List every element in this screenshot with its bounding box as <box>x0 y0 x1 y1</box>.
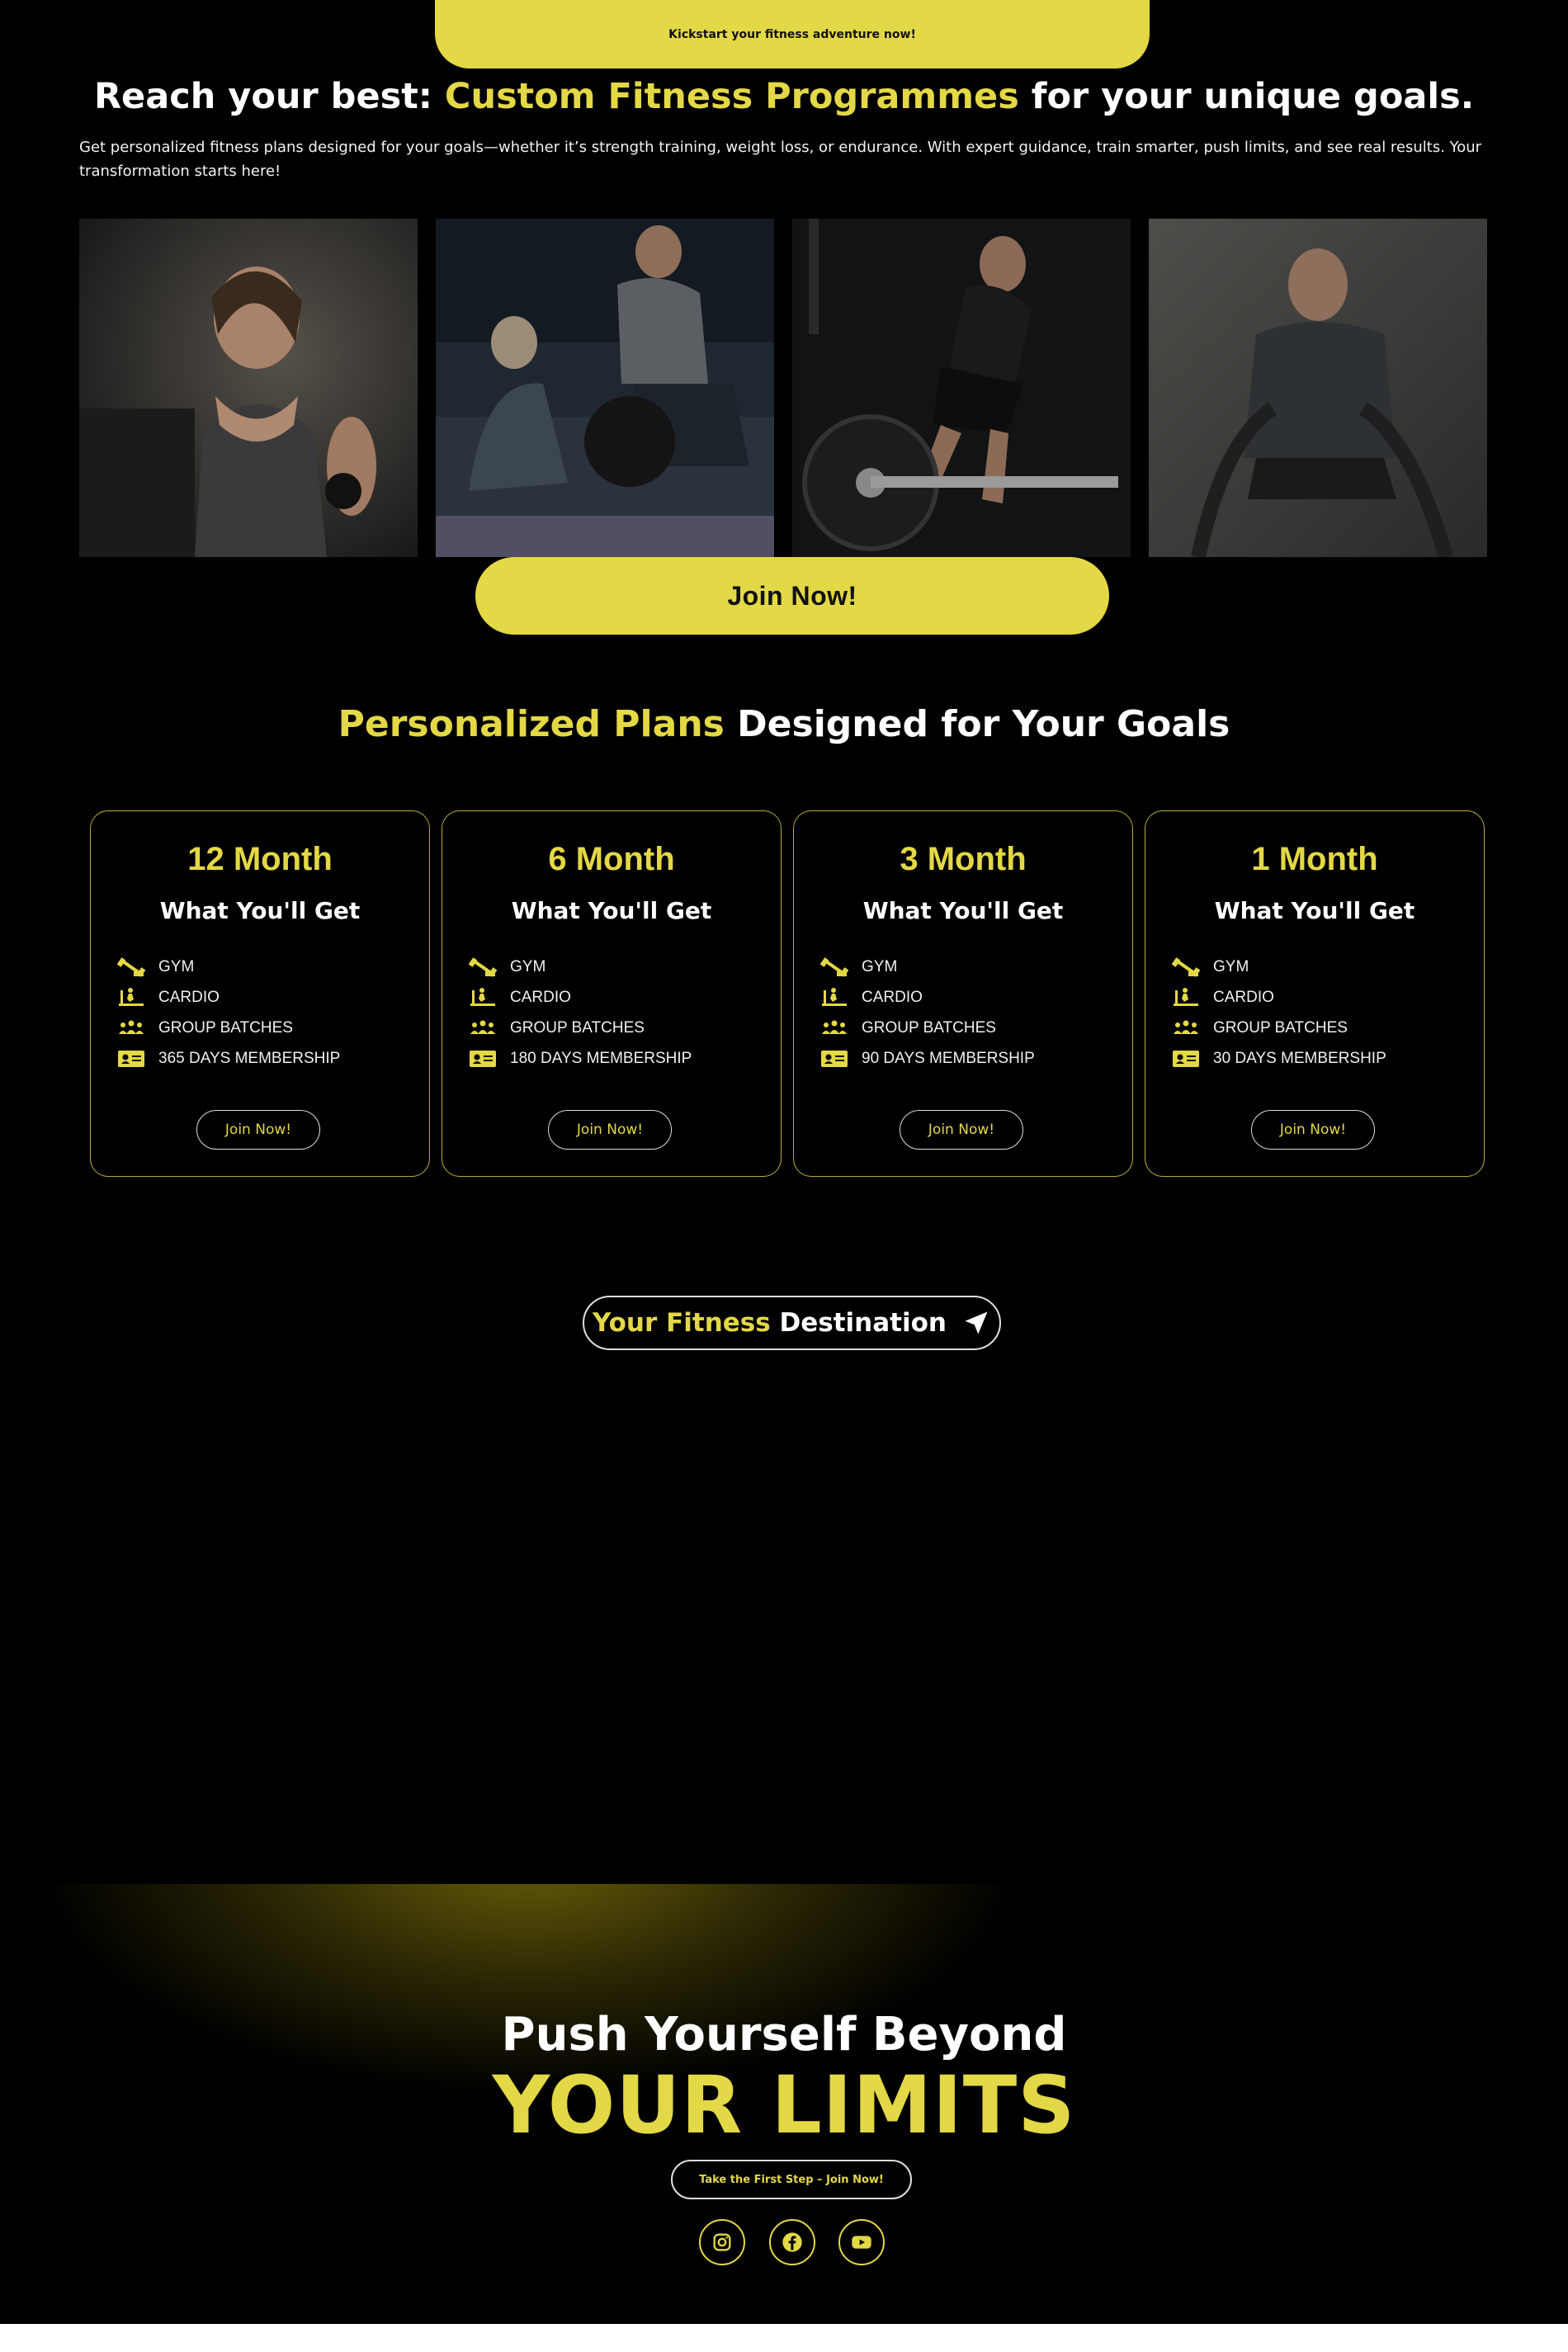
feature-label: GYM <box>862 957 898 975</box>
plan-what-label: What You'll Get <box>159 897 361 924</box>
plan-join-button[interactable]: Join Now! <box>900 1110 1023 1150</box>
plan-feature: 180 DAYS MEMBERSHIP <box>469 1043 692 1074</box>
photo-woman-smiling <box>79 219 418 557</box>
feature-label: CARDIO <box>1213 988 1274 1006</box>
plan-feature-list: GYM CARDIO GROUP BATCHES 180 DAYS MEMBER… <box>468 952 692 1074</box>
feature-label: CARDIO <box>862 988 923 1006</box>
plan-feature: GYM <box>116 952 340 982</box>
treadmill-icon <box>469 987 497 1008</box>
plan-feature: GROUP BATCHES <box>469 1013 692 1043</box>
plan-feature: CARDIO <box>1172 982 1386 1013</box>
feature-label: 30 DAYS MEMBERSHIP <box>1213 1049 1386 1067</box>
fitness-destination-button[interactable]: Your Fitness Destination <box>583 1296 1001 1350</box>
plan-feature: CARDIO <box>469 982 692 1013</box>
plan-join-button[interactable]: Join Now! <box>548 1110 672 1150</box>
plan-feature: CARDIO <box>820 982 1035 1013</box>
photo-man-battle-ropes <box>1149 219 1487 557</box>
feature-label: GROUP BATCHES <box>158 1018 293 1037</box>
cta-section: Push Yourself Beyond YOUR LIMITS Take th… <box>0 1884 1568 2324</box>
plan-feature: 30 DAYS MEMBERSHIP <box>1172 1043 1386 1074</box>
plans-title-rest: Designed for Your Goals <box>724 703 1230 745</box>
plans-section-title: Personalized Plans Designed for Your Goa… <box>0 703 1568 745</box>
plan-feature: CARDIO <box>117 982 340 1013</box>
treadmill-icon <box>117 987 145 1008</box>
plan-duration: 3 Month <box>900 841 1027 877</box>
plan-feature: 90 DAYS MEMBERSHIP <box>820 1043 1035 1074</box>
hero-title-pre: Reach your best: <box>93 76 445 117</box>
treadmill-icon <box>820 987 848 1008</box>
id-card-icon <box>469 1048 497 1070</box>
hero-title: Reach your best: Custom Fitness Programm… <box>0 76 1568 117</box>
cta-line-1: Push Yourself Beyond <box>501 2008 1067 2062</box>
plan-feature: GROUP BATCHES <box>117 1013 340 1043</box>
plan-card-1-month: 1 Month What You'll Get GYM CARDIO GROUP… <box>1145 810 1485 1177</box>
navigation-arrow-icon <box>965 1311 988 1334</box>
page-bottom-strip <box>0 2324 1568 2352</box>
plan-what-label: What You'll Get <box>511 897 712 924</box>
plan-duration: 1 Month <box>1251 841 1378 877</box>
destination-highlight: Your Fitness <box>593 1308 771 1338</box>
plan-feature: GROUP BATCHES <box>1172 1013 1386 1043</box>
hero-description: Get personalized fitness plans designed … <box>79 139 1482 180</box>
feature-label: 90 DAYS MEMBERSHIP <box>862 1049 1035 1067</box>
feature-label: 180 DAYS MEMBERSHIP <box>510 1049 692 1067</box>
feature-label: GROUP BATCHES <box>862 1018 996 1037</box>
group-icon <box>469 1018 497 1039</box>
plan-feature-list: GYM CARDIO GROUP BATCHES 90 DAYS MEMBERS… <box>819 952 1035 1074</box>
group-icon <box>820 1018 848 1039</box>
plan-join-button[interactable]: Join Now! <box>196 1110 320 1150</box>
kickstart-banner-text: Kickstart your fitness adventure now! <box>668 27 916 41</box>
dumbbell-icon <box>468 956 498 978</box>
dumbbell-icon <box>1171 956 1201 978</box>
id-card-icon <box>820 1048 848 1070</box>
plan-feature: GYM <box>1171 952 1386 982</box>
plan-duration: 6 Month <box>548 841 675 877</box>
plans-title-highlight: Personalized Plans <box>338 703 725 745</box>
id-card-icon <box>117 1048 145 1070</box>
dumbbell-icon <box>819 956 849 978</box>
plan-feature: 365 DAYS MEMBERSHIP <box>117 1043 340 1074</box>
group-icon <box>1172 1018 1200 1039</box>
kickstart-banner-button[interactable]: Kickstart your fitness adventure now! <box>435 0 1150 68</box>
feature-label: CARDIO <box>158 988 220 1006</box>
plan-what-label: What You'll Get <box>862 897 1064 924</box>
plan-feature-list: GYM CARDIO GROUP BATCHES 30 DAYS MEMBERS… <box>1171 952 1386 1074</box>
photo-partners-medicine-ball <box>436 219 774 557</box>
treadmill-icon <box>1172 987 1200 1008</box>
instagram-icon[interactable] <box>699 2219 745 2265</box>
cta-join-button[interactable]: Take the First Step – Join Now! <box>671 2160 912 2199</box>
feature-label: CARDIO <box>510 988 571 1006</box>
plan-duration: 12 Month <box>187 841 333 877</box>
plan-feature: GYM <box>468 952 692 982</box>
plan-join-button[interactable]: Join Now! <box>1251 1110 1375 1150</box>
feature-label: GYM <box>1213 957 1249 975</box>
destination-rest: Destination <box>770 1308 947 1338</box>
feature-label: GYM <box>158 957 195 975</box>
plan-feature: GROUP BATCHES <box>820 1013 1035 1043</box>
group-icon <box>117 1018 145 1039</box>
plan-card-6-month: 6 Month What You'll Get GYM CARDIO GROUP… <box>442 810 782 1177</box>
feature-label: 365 DAYS MEMBERSHIP <box>158 1049 341 1067</box>
youtube-icon[interactable] <box>838 2219 885 2265</box>
plan-what-label: What You'll Get <box>1214 897 1415 924</box>
plan-card-12-month: 12 Month What You'll Get GYM CARDIO GROU… <box>90 810 430 1177</box>
plan-feature: GYM <box>819 952 1035 982</box>
facebook-icon[interactable] <box>769 2219 815 2265</box>
feature-label: GYM <box>510 957 546 975</box>
join-now-button[interactable]: Join Now! <box>475 557 1109 635</box>
photo-woman-barbell-deadlift <box>792 219 1131 557</box>
hero-title-highlight: Custom Fitness Programmes <box>444 76 1019 117</box>
feature-label: GROUP BATCHES <box>510 1018 645 1037</box>
hero-title-post: for your unique goals. <box>1018 76 1475 117</box>
plan-feature-list: GYM CARDIO GROUP BATCHES 365 DAYS MEMBER… <box>116 952 340 1074</box>
id-card-icon <box>1172 1048 1200 1070</box>
dumbbell-icon <box>116 956 146 978</box>
plan-card-3-month: 3 Month What You'll Get GYM CARDIO GROUP… <box>793 810 1133 1177</box>
feature-label: GROUP BATCHES <box>1213 1018 1348 1037</box>
cta-line-2: YOUR LIMITS <box>492 2059 1076 2151</box>
